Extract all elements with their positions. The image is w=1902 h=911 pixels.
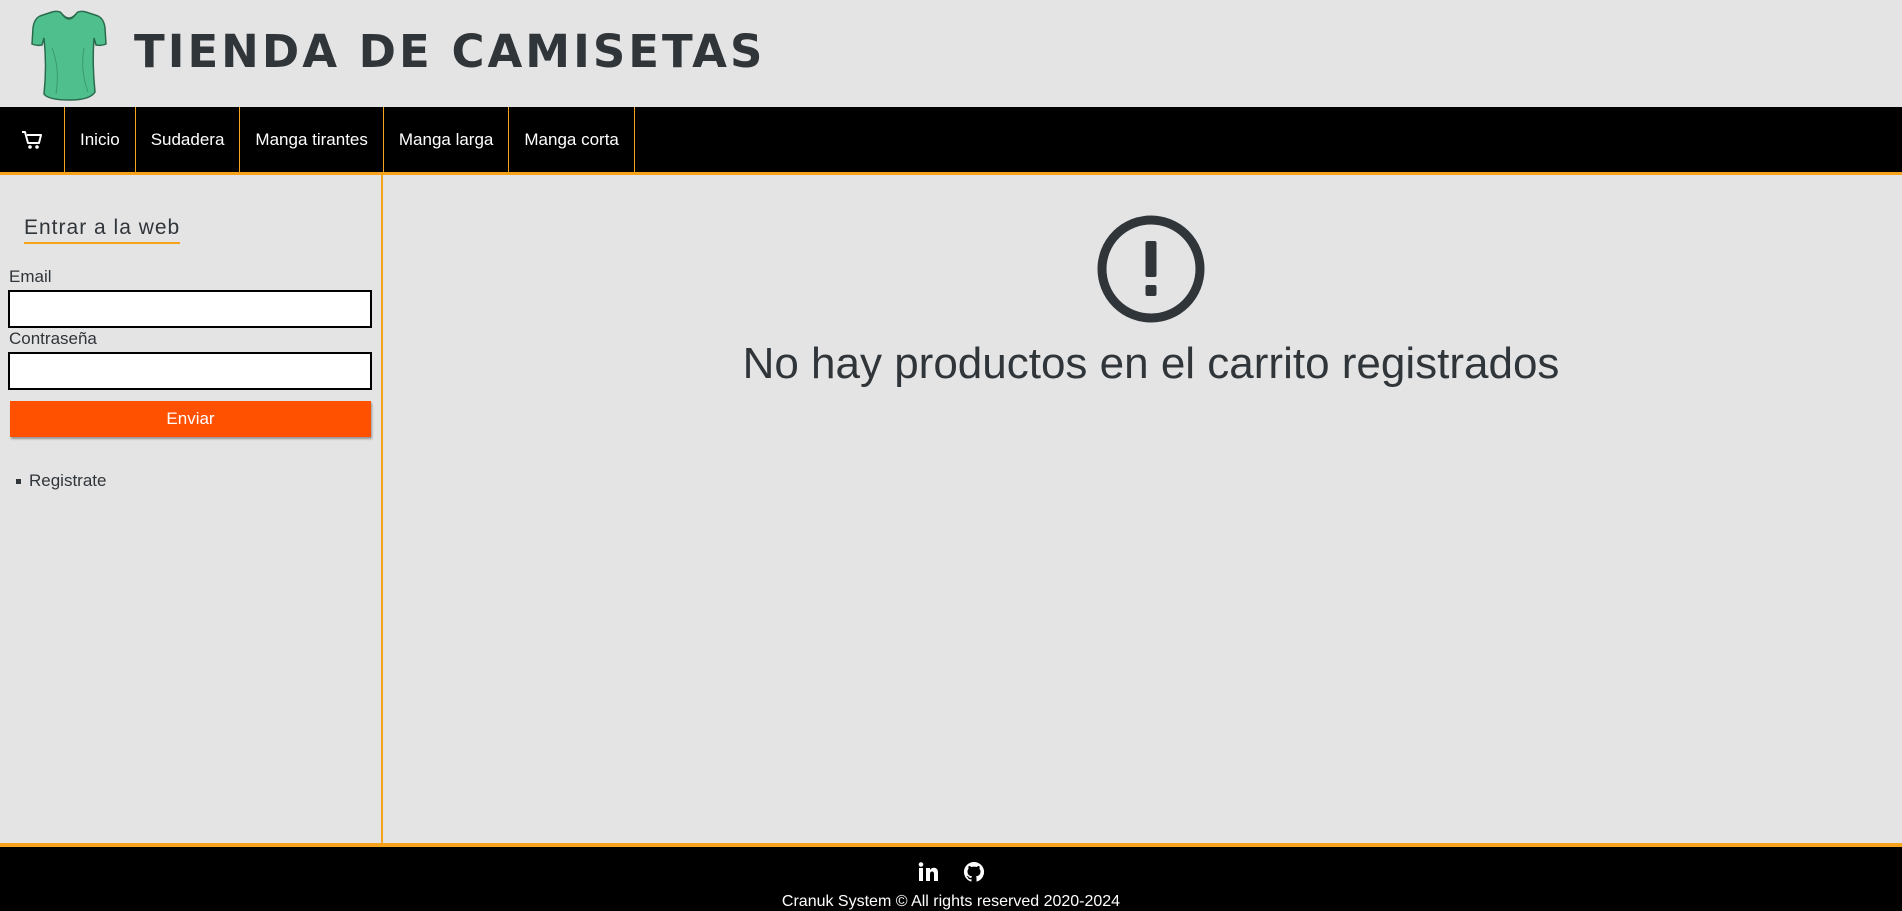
email-field[interactable] [8, 290, 372, 328]
main-nav: Inicio Sudadera Manga tirantes Manga lar… [0, 107, 1902, 175]
cart-button[interactable] [0, 107, 65, 172]
linkedin-icon[interactable] [917, 861, 939, 883]
submit-button[interactable]: Enviar [10, 401, 371, 437]
tshirt-logo-icon[interactable] [30, 8, 108, 103]
email-label: Email [9, 267, 52, 286]
nav-item-manga-corta[interactable]: Manga corta [509, 107, 635, 172]
register-label: Registrate [29, 471, 107, 490]
site-header: TIENDA DE CAMISETAS [0, 0, 1902, 107]
nav-item-manga-tirantes[interactable]: Manga tirantes [240, 107, 384, 172]
site-footer: Cranuk System © All rights reserved 2020… [0, 843, 1902, 911]
nav-item-sudadera[interactable]: Sudadera [136, 107, 241, 172]
social-links [0, 861, 1902, 883]
empty-cart-message: No hay productos en el carrito registrad… [742, 339, 1560, 388]
exclamation-circle-icon [1097, 215, 1205, 323]
password-label: Contraseña [9, 329, 97, 348]
nav-item-manga-larga[interactable]: Manga larga [384, 107, 510, 172]
nav-item-inicio[interactable]: Inicio [65, 107, 136, 172]
github-icon[interactable] [963, 861, 985, 883]
shopping-cart-icon [22, 130, 42, 149]
site-title: TIENDA DE CAMISETAS [134, 25, 766, 78]
login-sidebar: Entrar a la web Email Contraseña Enviar … [0, 175, 383, 843]
cart-content: No hay productos en el carrito registrad… [385, 175, 1902, 843]
login-title: Entrar a la web [24, 216, 181, 244]
copyright-text: Cranuk System © All rights reserved 2020… [781, 893, 1121, 910]
password-field[interactable] [8, 352, 372, 390]
register-link[interactable]: Registrate [16, 471, 106, 491]
bullet-icon [16, 478, 21, 484]
